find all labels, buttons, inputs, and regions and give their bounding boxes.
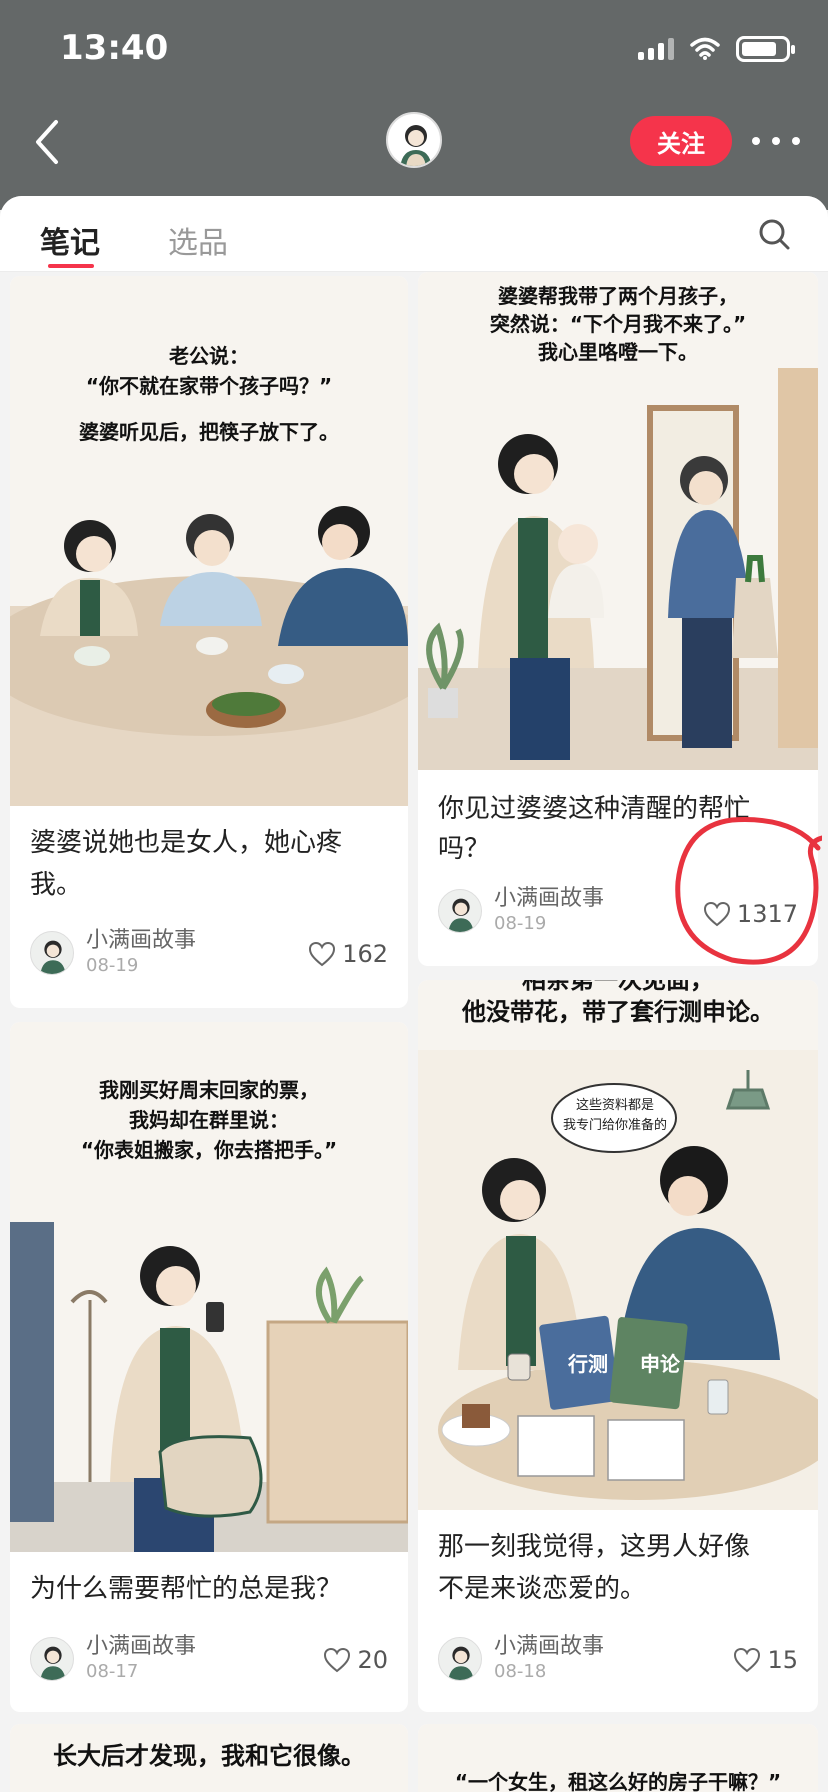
wifi-icon bbox=[690, 37, 720, 60]
note-cover-image: “一个女生，租这么好的房子干嘛？” bbox=[418, 1724, 818, 1792]
author-name: 小满画故事 bbox=[494, 886, 605, 911]
note-author[interactable]: 小满画故事 08-19 bbox=[30, 928, 196, 978]
note-card[interactable]: 老公说： “你不就在家带个孩子吗？” 婆婆听见后，把筷子放下了。 婆婆说她也是女… bbox=[10, 276, 408, 1008]
tab-bar: 笔记 选品 bbox=[0, 196, 828, 272]
cover-caption-line: 相亲第一次见面， bbox=[522, 980, 714, 994]
heart-icon bbox=[324, 1647, 351, 1673]
note-cover-image: 老公说： “你不就在家带个孩子吗？” 婆婆听见后，把筷子放下了。 bbox=[10, 276, 408, 806]
status-icons bbox=[638, 36, 795, 62]
post-date: 08-19 bbox=[494, 913, 547, 934]
like-button[interactable]: 1317 bbox=[703, 900, 798, 928]
status-time: 13:40 bbox=[60, 28, 169, 68]
note-title-line: 你见过婆婆这种清醒的帮忙 bbox=[438, 794, 751, 824]
cover-caption-line: “一个女生，租这么好的房子干嘛？” bbox=[454, 1770, 782, 1792]
note-title-line: 我。 bbox=[30, 870, 83, 900]
cover-caption-line: 我刚买好周末回家的票， bbox=[99, 1078, 319, 1102]
cover-caption-line: 长大后才发现，我和它很像。 bbox=[53, 1742, 365, 1770]
note-title-line: 吗？ bbox=[438, 834, 491, 864]
cover-caption-line: 突然说：“下个月我不来了。” bbox=[489, 312, 747, 336]
cover-caption-line: “你表姐搬家，你去搭把手。” bbox=[80, 1138, 338, 1162]
note-author[interactable]: 小满画故事 08-17 bbox=[30, 1634, 196, 1684]
battery-level bbox=[742, 42, 776, 56]
author-name: 小满画故事 bbox=[86, 1634, 197, 1659]
note-card[interactable]: 我刚买好周末回家的票， 我妈却在群里说： “你表姐搬家，你去搭把手。” 为什么需… bbox=[10, 1022, 408, 1712]
more-options-button[interactable] bbox=[752, 126, 800, 156]
follow-button[interactable]: 关注 bbox=[630, 116, 732, 166]
note-title-line: 为什么需要帮忙的总是我？ bbox=[30, 1574, 343, 1604]
like-count: 1317 bbox=[736, 900, 798, 928]
heart-icon bbox=[734, 1647, 761, 1673]
cover-caption-line: 老公说： bbox=[169, 344, 249, 368]
post-date: 08-19 bbox=[86, 955, 139, 976]
author-avatar bbox=[438, 1637, 482, 1681]
like-count: 15 bbox=[767, 1646, 798, 1674]
top-bar: 13:40 关注 bbox=[0, 0, 828, 210]
note-card[interactable]: 婆婆帮我带了两个月孩子， 突然说：“下个月我不来了。” 我心里咯噔一下。 你见过… bbox=[418, 272, 818, 966]
post-date: 08-18 bbox=[494, 1661, 547, 1682]
heart-icon bbox=[703, 901, 730, 927]
tab-selected-products[interactable]: 选品 bbox=[168, 218, 228, 262]
daughter-phone-illustration bbox=[10, 1222, 408, 1552]
note-card[interactable]: 长大后才发现，我和它很像。 bbox=[10, 1724, 408, 1792]
author-avatar bbox=[438, 889, 482, 933]
speech-bubble: 这些资料都是 我专门给你准备的 bbox=[542, 1096, 688, 1136]
heart-icon bbox=[309, 941, 336, 967]
note-cover-image: 长大后才发现，我和它很像。 bbox=[10, 1724, 408, 1792]
search-icon[interactable] bbox=[756, 216, 792, 252]
note-card[interactable]: “一个女生，租这么好的房子干嘛？” bbox=[418, 1724, 818, 1792]
note-title-line: 那一刻我觉得，这男人好像 bbox=[438, 1532, 751, 1562]
note-cover-image: 婆婆帮我带了两个月孩子， 突然说：“下个月我不来了。” 我心里咯噔一下。 bbox=[418, 272, 818, 770]
like-count: 162 bbox=[342, 940, 388, 968]
like-button[interactable]: 15 bbox=[733, 1646, 798, 1674]
note-author[interactable]: 小满画故事 08-19 bbox=[438, 886, 604, 936]
battery-icon bbox=[736, 36, 795, 62]
note-cover-image: 相亲第一次见面， 他没带花，带了套行测申论。 这些资料都是 我专门给你准备的 行… bbox=[418, 980, 818, 1510]
note-cover-image: 我刚买好周末回家的票， 我妈却在群里说： “你表姐搬家，你去搭把手。” bbox=[10, 1022, 408, 1552]
family-dinner-illustration bbox=[10, 506, 408, 806]
like-button[interactable]: 162 bbox=[308, 940, 388, 968]
author-name: 小满画故事 bbox=[494, 1634, 605, 1659]
author-name: 小满画故事 bbox=[86, 928, 197, 953]
profile-avatar[interactable] bbox=[386, 112, 442, 168]
cover-caption-line: 婆婆听见后，把筷子放下了。 bbox=[79, 420, 339, 444]
back-button[interactable] bbox=[28, 112, 68, 172]
cover-caption-line: 我妈却在群里说： bbox=[129, 1108, 289, 1132]
active-tab-indicator bbox=[48, 264, 94, 268]
post-date: 08-17 bbox=[86, 1661, 139, 1682]
cover-caption-line: 我心里咯噔一下。 bbox=[538, 340, 698, 364]
author-avatar bbox=[30, 1637, 74, 1681]
speech-bubble-line: 这些资料都是 bbox=[575, 1098, 654, 1113]
tab-notes[interactable]: 笔记 bbox=[40, 218, 100, 262]
mother-in-law-door-illustration bbox=[418, 368, 818, 770]
book-label: 行测 bbox=[568, 1352, 608, 1376]
cover-caption-line: 他没带花，带了套行测申论。 bbox=[462, 998, 774, 1026]
like-button[interactable]: 20 bbox=[323, 1646, 388, 1674]
note-title-line: 婆婆说她也是女人，她心疼 bbox=[30, 828, 343, 858]
speech-bubble-line: 我专门给你准备的 bbox=[562, 1118, 667, 1133]
note-author[interactable]: 小满画故事 08-18 bbox=[438, 1634, 604, 1684]
note-card[interactable]: 相亲第一次见面， 他没带花，带了套行测申论。 这些资料都是 我专门给你准备的 行… bbox=[418, 980, 818, 1712]
cover-caption-line: “你不就在家带个孩子吗？” bbox=[85, 374, 333, 398]
note-title-line: 不是来谈恋爱的。 bbox=[438, 1574, 647, 1604]
book-label: 申论 bbox=[640, 1352, 680, 1376]
like-count: 20 bbox=[357, 1646, 388, 1674]
cover-caption-line: 婆婆帮我带了两个月孩子， bbox=[498, 284, 738, 308]
author-avatar bbox=[30, 931, 74, 975]
signal-icon bbox=[638, 38, 674, 60]
